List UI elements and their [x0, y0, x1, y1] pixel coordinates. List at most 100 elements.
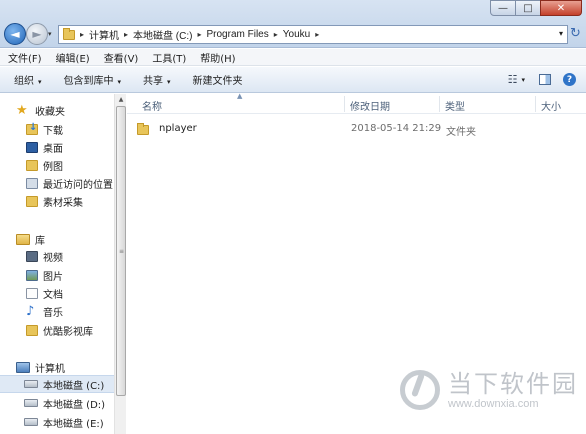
nav-libraries-label: 库	[35, 235, 45, 247]
forward-button[interactable]: ►	[26, 23, 48, 45]
scrollbar-thumb[interactable]: ≡	[116, 106, 126, 396]
column-header-size[interactable]: 大小	[541, 98, 561, 113]
nav-item-documents[interactable]: 文档	[0, 284, 114, 302]
column-header-name[interactable]: 名称	[142, 98, 162, 113]
include-in-library-button[interactable]: 包含到库中 ▾	[64, 72, 122, 87]
nav-favorites[interactable]: ★ 收藏夹	[0, 101, 114, 119]
menu-help[interactable]: 帮助(H)	[200, 50, 235, 65]
watermark-brand: 当下软件园	[448, 370, 578, 398]
file-row[interactable]: nplayer 2018-05-14 21:29 文件夹	[137, 121, 577, 138]
nav-item-drive-e[interactable]: 本地磁盘 (E:)	[0, 413, 114, 431]
documents-library-icon	[26, 287, 38, 299]
recent-pages-dropdown[interactable]: ▾	[48, 30, 52, 38]
refresh-icon[interactable]: ↻	[570, 26, 581, 41]
address-bar[interactable]: ▸ 计算机 ▸ 本地磁盘 (C:) ▸ Program Files ▸ Youk…	[58, 25, 568, 44]
nav-item-material-collection[interactable]: 素材采集	[0, 192, 114, 210]
sort-ascending-icon: ▲	[237, 92, 243, 100]
share-button[interactable]: 共享 ▾	[143, 72, 171, 87]
address-history-dropdown[interactable]: ▾	[559, 29, 563, 38]
chevron-right-icon[interactable]: ▸	[80, 30, 84, 39]
menu-bar: 文件(F) 编辑(E) 查看(V) 工具(T) 帮助(H)	[0, 49, 586, 66]
nav-item-youku-library[interactable]: 优酷影视库	[0, 321, 114, 339]
chevron-down-icon[interactable]: ▾	[521, 76, 525, 84]
nav-item-label: 本地磁盘 (E:)	[43, 418, 104, 430]
nav-item-label: 本地磁盘 (C:)	[43, 380, 105, 392]
column-header-modified[interactable]: 修改日期	[350, 98, 390, 113]
folder-icon	[26, 195, 38, 207]
video-library-icon	[26, 250, 38, 262]
nav-item-label: 本地磁盘 (D:)	[43, 399, 106, 411]
chevron-right-icon[interactable]: ▸	[274, 30, 278, 39]
watermark-logo-icon	[400, 370, 440, 410]
close-button[interactable]: ✕	[540, 0, 582, 16]
hard-drive-icon	[24, 380, 38, 388]
nav-item-videos[interactable]: 视频	[0, 247, 114, 265]
chevron-right-icon[interactable]: ▸	[124, 30, 128, 39]
view-options-icon[interactable]: ☷	[508, 73, 518, 86]
menu-edit[interactable]: 编辑(E)	[56, 50, 90, 65]
download-folder-icon	[26, 122, 38, 135]
chevron-down-icon: ▾	[117, 78, 122, 86]
nav-item-drive-c[interactable]: 本地磁盘 (C:)	[0, 375, 114, 393]
desktop-icon	[26, 141, 38, 153]
chevron-right-icon[interactable]: ▸	[197, 30, 201, 39]
column-divider[interactable]	[439, 96, 440, 112]
menu-file[interactable]: 文件(F)	[8, 50, 42, 65]
file-type: 文件夹	[446, 127, 476, 138]
column-divider[interactable]	[344, 96, 345, 112]
nav-item-label: 优酷影视库	[43, 326, 93, 338]
nav-item-label: 素材采集	[43, 197, 83, 209]
column-divider[interactable]	[535, 96, 536, 112]
chevron-right-icon[interactable]: ▸	[315, 30, 319, 39]
nav-item-downloads[interactable]: 下载	[0, 120, 114, 138]
star-icon: ★	[16, 102, 28, 118]
nav-favorites-label: 收藏夹	[35, 106, 65, 118]
nav-item-drive-d[interactable]: 本地磁盘 (D:)	[0, 394, 114, 412]
music-note-icon: ♪	[26, 303, 35, 319]
nav-item-desktop[interactable]: 桌面	[0, 138, 114, 156]
watermark: 当下软件园 www.downxia.com	[400, 362, 582, 418]
computer-icon	[16, 361, 30, 373]
navigation-scrollbar[interactable]: ▲ ≡	[114, 94, 126, 434]
help-icon[interactable]: ?	[563, 73, 576, 86]
navigation-pane: ★ 收藏夹 下载 桌面 例图 最近访问的位置 素材采集 库 视频 图片 文档 ♪…	[0, 94, 114, 434]
nav-computer-label: 计算机	[35, 363, 65, 375]
nav-item-label: 音乐	[43, 307, 63, 319]
menu-tools[interactable]: 工具(T)	[152, 50, 186, 65]
new-folder-button[interactable]: 新建文件夹	[193, 72, 243, 87]
back-button[interactable]: ◄	[4, 23, 26, 45]
watermark-url: www.downxia.com	[448, 398, 539, 410]
nav-item-examples[interactable]: 例图	[0, 156, 114, 174]
grip-icon: ≡	[119, 248, 125, 255]
folder-icon	[26, 159, 38, 171]
preview-pane-icon[interactable]	[539, 74, 551, 85]
nav-item-label: 桌面	[43, 143, 63, 155]
recent-places-icon	[26, 177, 38, 189]
nav-item-recent-places[interactable]: 最近访问的位置	[0, 174, 114, 192]
chevron-down-icon: ▾	[38, 78, 42, 86]
folder-icon	[26, 324, 38, 336]
include-in-library-label: 包含到库中	[63, 76, 114, 87]
nav-item-music[interactable]: ♪ 音乐	[0, 302, 114, 320]
breadcrumb-drive-c[interactable]: 本地磁盘 (C:)	[133, 27, 192, 42]
breadcrumb-youku[interactable]: Youku	[283, 29, 310, 40]
breadcrumb-program-files[interactable]: Program Files	[207, 29, 269, 40]
nav-item-pictures[interactable]: 图片	[0, 266, 114, 284]
menu-view[interactable]: 查看(V)	[104, 50, 139, 65]
folder-icon	[137, 123, 149, 135]
window-controls: — □ ✕	[490, 0, 582, 16]
nav-libraries[interactable]: 库	[0, 230, 114, 248]
nav-computer[interactable]: 计算机	[0, 358, 114, 376]
folder-icon	[63, 27, 75, 40]
minimize-button[interactable]: —	[490, 0, 516, 16]
organize-label: 组织	[14, 76, 34, 87]
maximize-button[interactable]: □	[515, 0, 541, 16]
breadcrumb-computer[interactable]: 计算机	[89, 27, 119, 42]
scroll-up-arrow[interactable]: ▲	[115, 94, 127, 106]
file-modified-date: 2018-05-14 21:29	[351, 123, 442, 134]
column-header-type[interactable]: 类型	[445, 98, 465, 113]
organize-button[interactable]: 组织 ▾	[14, 72, 42, 87]
column-header-row: 名称 ▲ 修改日期 类型 大小	[127, 92, 586, 114]
nav-item-label: 图片	[43, 271, 63, 283]
nav-item-label: 视频	[43, 252, 63, 264]
